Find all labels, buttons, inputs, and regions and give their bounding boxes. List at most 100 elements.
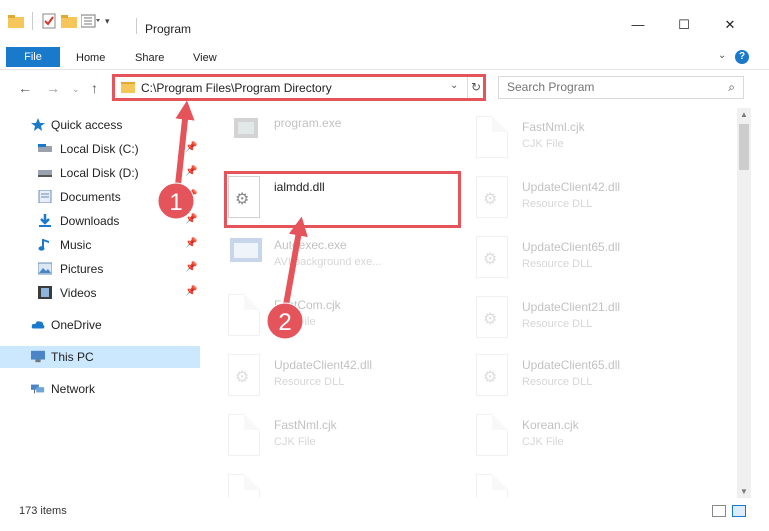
sidebar-item-network[interactable]: Network xyxy=(0,378,200,400)
sidebar-item-videos[interactable]: Videos 📌 xyxy=(0,282,200,304)
scroll-up-icon[interactable]: ▲ xyxy=(737,110,751,119)
file-name: UpdateClient65.dll xyxy=(522,358,621,372)
recent-locations-chevron-icon[interactable]: ⌄ xyxy=(72,84,80,95)
quick-access-toolbar: ▾ xyxy=(8,12,110,30)
dll-file-icon xyxy=(228,354,260,396)
documents-icon xyxy=(38,190,52,203)
file-description: CJK File xyxy=(274,436,316,448)
tab-share[interactable]: Share xyxy=(135,52,164,64)
navigation-pane: Quick access Local Disk (C:) 📌 Local Dis… xyxy=(0,108,200,498)
file-name: UpdateClient42.dll xyxy=(274,358,373,372)
title-divider xyxy=(136,18,137,34)
help-icon[interactable]: ? xyxy=(735,50,749,64)
sidebar-item-onedrive[interactable]: OneDrive xyxy=(0,314,200,336)
new-folder-icon[interactable] xyxy=(61,14,77,28)
network-icon xyxy=(31,384,45,394)
sidebar-item-label: Local Disk (C:) xyxy=(60,142,139,156)
file-icon xyxy=(476,474,508,498)
file-name: FastNml.cjk xyxy=(522,120,585,134)
properties-check-icon[interactable] xyxy=(41,13,57,29)
tab-home[interactable]: Home xyxy=(76,52,105,64)
refresh-icon[interactable]: ↻ xyxy=(467,77,484,98)
list-item[interactable]: Korean.cjk CJK File xyxy=(458,410,698,462)
file-description: Resource DLL xyxy=(522,376,593,388)
file-description: AVI background exe... xyxy=(274,256,382,268)
list-item[interactable]: FastNml.cjk CJK File xyxy=(458,112,698,164)
sidebar-item-music[interactable]: Music 📌 xyxy=(0,234,200,256)
file-name: UpdateClient65.dll xyxy=(522,240,621,254)
film-icon xyxy=(38,286,52,299)
music-note-icon xyxy=(38,239,49,251)
list-item[interactable]: FastCom.cjk CJK File xyxy=(210,290,450,342)
file-name: UpdateClient42.dll xyxy=(522,180,621,194)
details-view-icon[interactable] xyxy=(712,505,726,517)
drive-icon xyxy=(38,144,52,152)
list-item[interactable]: UpdateClient65.dll Resource DLL xyxy=(458,350,698,402)
sidebar-item-documents[interactable]: Documents 📌 xyxy=(0,186,200,208)
sidebar-item-quick-access[interactable]: Quick access xyxy=(0,114,200,136)
sidebar-item-this-pc[interactable]: This PC xyxy=(0,346,200,368)
sidebar-item-local-disk-d[interactable]: Local Disk (D:) 📌 xyxy=(0,162,200,184)
window-title: Program xyxy=(145,22,192,36)
close-button[interactable]: ✕ xyxy=(720,18,740,34)
tab-view[interactable]: View xyxy=(193,52,217,64)
maximize-button[interactable]: ☐ xyxy=(674,18,694,34)
list-item[interactable]: UpdateClient42.dll Resource DLL xyxy=(210,350,450,402)
sidebar-item-label: Music xyxy=(60,238,92,252)
list-item[interactable]: program.exe xyxy=(210,108,450,160)
sidebar-item-label: Network xyxy=(51,382,96,396)
list-item[interactable] xyxy=(458,470,698,498)
download-arrow-icon xyxy=(39,214,51,227)
exe-app-icon xyxy=(230,238,262,262)
sidebar-item-label: Quick access xyxy=(51,118,123,132)
file-description: Resource DLL xyxy=(522,198,593,210)
star-icon xyxy=(31,118,45,131)
folder-icon xyxy=(121,82,135,93)
scrollbar-thumb[interactable] xyxy=(739,124,749,170)
address-bar[interactable]: C:\Program Files\Program Directory ⌄ ↻ xyxy=(112,74,486,101)
list-item[interactable]: UpdateClient65.dll Resource DLL xyxy=(458,232,698,284)
tab-file[interactable]: File xyxy=(6,47,60,67)
monitor-icon xyxy=(31,350,45,363)
address-dropdown-chevron-icon[interactable]: ⌄ xyxy=(450,80,458,91)
list-item[interactable]: UpdateClient21.dll Resource DLL xyxy=(458,292,698,344)
up-arrow-icon[interactable]: ↑ xyxy=(91,80,98,96)
pin-icon: 📌 xyxy=(185,214,198,225)
forward-arrow-icon[interactable]: → xyxy=(46,80,60,96)
pin-icon: 📌 xyxy=(185,142,198,153)
sidebar-item-pictures[interactable]: Pictures 📌 xyxy=(0,258,200,280)
back-arrow-icon[interactable]: ← xyxy=(18,80,32,96)
file-description: CJK File xyxy=(274,316,316,328)
setup-exe-icon xyxy=(234,118,258,138)
file-description: Resource DLL xyxy=(274,376,345,388)
list-item[interactable]: Autoexec.exe AVI background exe... xyxy=(210,230,450,282)
file-icon xyxy=(228,294,260,336)
pictures-icon xyxy=(38,262,52,275)
sidebar-item-label: Local Disk (D:) xyxy=(60,166,139,180)
minimize-button[interactable]: — xyxy=(628,18,648,34)
sidebar-item-label: OneDrive xyxy=(51,318,102,332)
file-description: Resource DLL xyxy=(522,258,593,270)
large-icons-view-icon[interactable] xyxy=(732,505,746,517)
address-path[interactable]: C:\Program Files\Program Directory xyxy=(141,81,332,95)
sidebar-item-downloads[interactable]: Downloads 📌 xyxy=(0,210,200,232)
list-item[interactable]: FastNml.cjk CJK File xyxy=(210,410,450,462)
file-name: Korean.cjk xyxy=(522,418,579,432)
search-box[interactable]: ⌕ xyxy=(498,76,744,99)
view-options-icon[interactable] xyxy=(81,14,101,28)
list-item[interactable] xyxy=(210,470,450,498)
sidebar-item-local-disk-c[interactable]: Local Disk (C:) 📌 xyxy=(0,138,200,160)
expand-ribbon-chevron-icon[interactable]: ⌄ xyxy=(718,50,726,61)
file-description: CJK File xyxy=(522,138,564,150)
scroll-down-icon[interactable]: ▼ xyxy=(737,487,751,496)
status-bar: 173 items xyxy=(0,500,769,531)
customize-toolbar-dropdown-icon[interactable]: ▾ xyxy=(105,16,110,27)
pin-icon: 📌 xyxy=(185,262,198,273)
search-icon[interactable]: ⌕ xyxy=(728,80,735,95)
ribbon-bar xyxy=(0,44,769,70)
list-item[interactable]: UpdateClient42.dll Resource DLL xyxy=(458,172,698,224)
dll-file-icon xyxy=(476,296,508,338)
search-input[interactable] xyxy=(507,77,717,97)
vertical-scrollbar[interactable]: ▲ ▼ xyxy=(737,108,751,498)
sidebar-item-label: Videos xyxy=(60,286,97,300)
